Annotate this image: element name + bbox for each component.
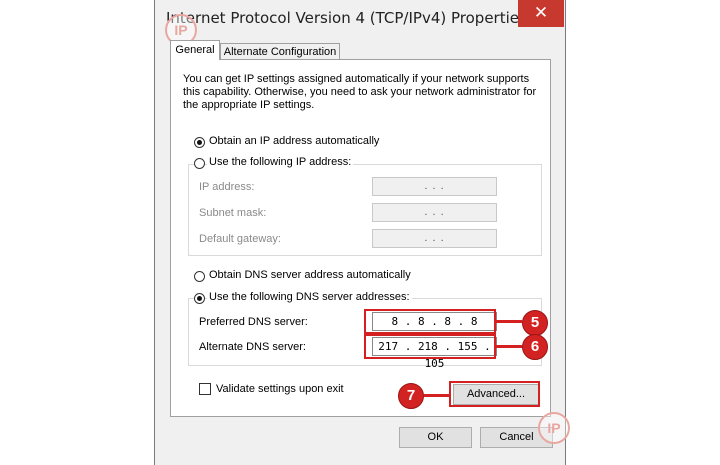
tab-alternate-configuration[interactable]: Alternate Configuration bbox=[220, 43, 340, 60]
alternate-dns-highlight bbox=[364, 334, 496, 359]
preferred-dns-highlight bbox=[364, 309, 496, 334]
radio-use-following-ip[interactable] bbox=[194, 158, 205, 169]
use-following-dns-label[interactable]: Use the following DNS server addresses: bbox=[207, 291, 412, 303]
validate-settings-label[interactable]: Validate settings upon exit bbox=[216, 383, 344, 395]
preferred-dns-label: Preferred DNS server: bbox=[199, 316, 308, 328]
ok-button[interactable]: OK bbox=[399, 427, 472, 448]
advanced-connector bbox=[424, 394, 450, 397]
ip-address-field[interactable]: . . . bbox=[372, 177, 497, 196]
subnet-mask-label: Subnet mask: bbox=[199, 207, 267, 219]
validate-settings-checkbox[interactable] bbox=[199, 383, 211, 395]
radio-obtain-ip-auto[interactable] bbox=[194, 137, 205, 148]
default-gateway-label: Default gateway: bbox=[199, 233, 281, 245]
radio-obtain-dns-auto[interactable] bbox=[194, 271, 205, 282]
alternate-dns-connector bbox=[496, 345, 522, 348]
tab-general[interactable]: General bbox=[170, 40, 220, 60]
description-text: You can get IP settings assigned automat… bbox=[183, 73, 537, 111]
window-title: Internet Protocol Version 4 (TCP/IPv4) P… bbox=[166, 9, 527, 27]
watermark-logo-bottom: IP bbox=[538, 412, 570, 444]
advanced-highlight bbox=[449, 381, 540, 407]
obtain-ip-auto-label[interactable]: Obtain an IP address automatically bbox=[209, 135, 379, 147]
title-bar: Internet Protocol Version 4 (TCP/IPv4) P… bbox=[155, 0, 565, 36]
use-following-ip-label[interactable]: Use the following IP address: bbox=[207, 156, 354, 168]
general-panel: You can get IP settings assigned automat… bbox=[170, 59, 551, 417]
step-5-badge: 5 bbox=[522, 310, 548, 336]
step-7-badge: 7 bbox=[398, 383, 424, 409]
close-button[interactable]: ✕ bbox=[518, 0, 564, 27]
preferred-dns-connector bbox=[496, 320, 522, 323]
subnet-mask-field[interactable]: . . . bbox=[372, 203, 497, 222]
obtain-dns-auto-label[interactable]: Obtain DNS server address automatically bbox=[209, 269, 411, 281]
step-6-badge: 6 bbox=[522, 334, 548, 360]
radio-use-following-dns[interactable] bbox=[194, 293, 205, 304]
alternate-dns-label: Alternate DNS server: bbox=[199, 341, 306, 353]
default-gateway-field[interactable]: . . . bbox=[372, 229, 497, 248]
ip-address-label: IP address: bbox=[199, 181, 255, 193]
